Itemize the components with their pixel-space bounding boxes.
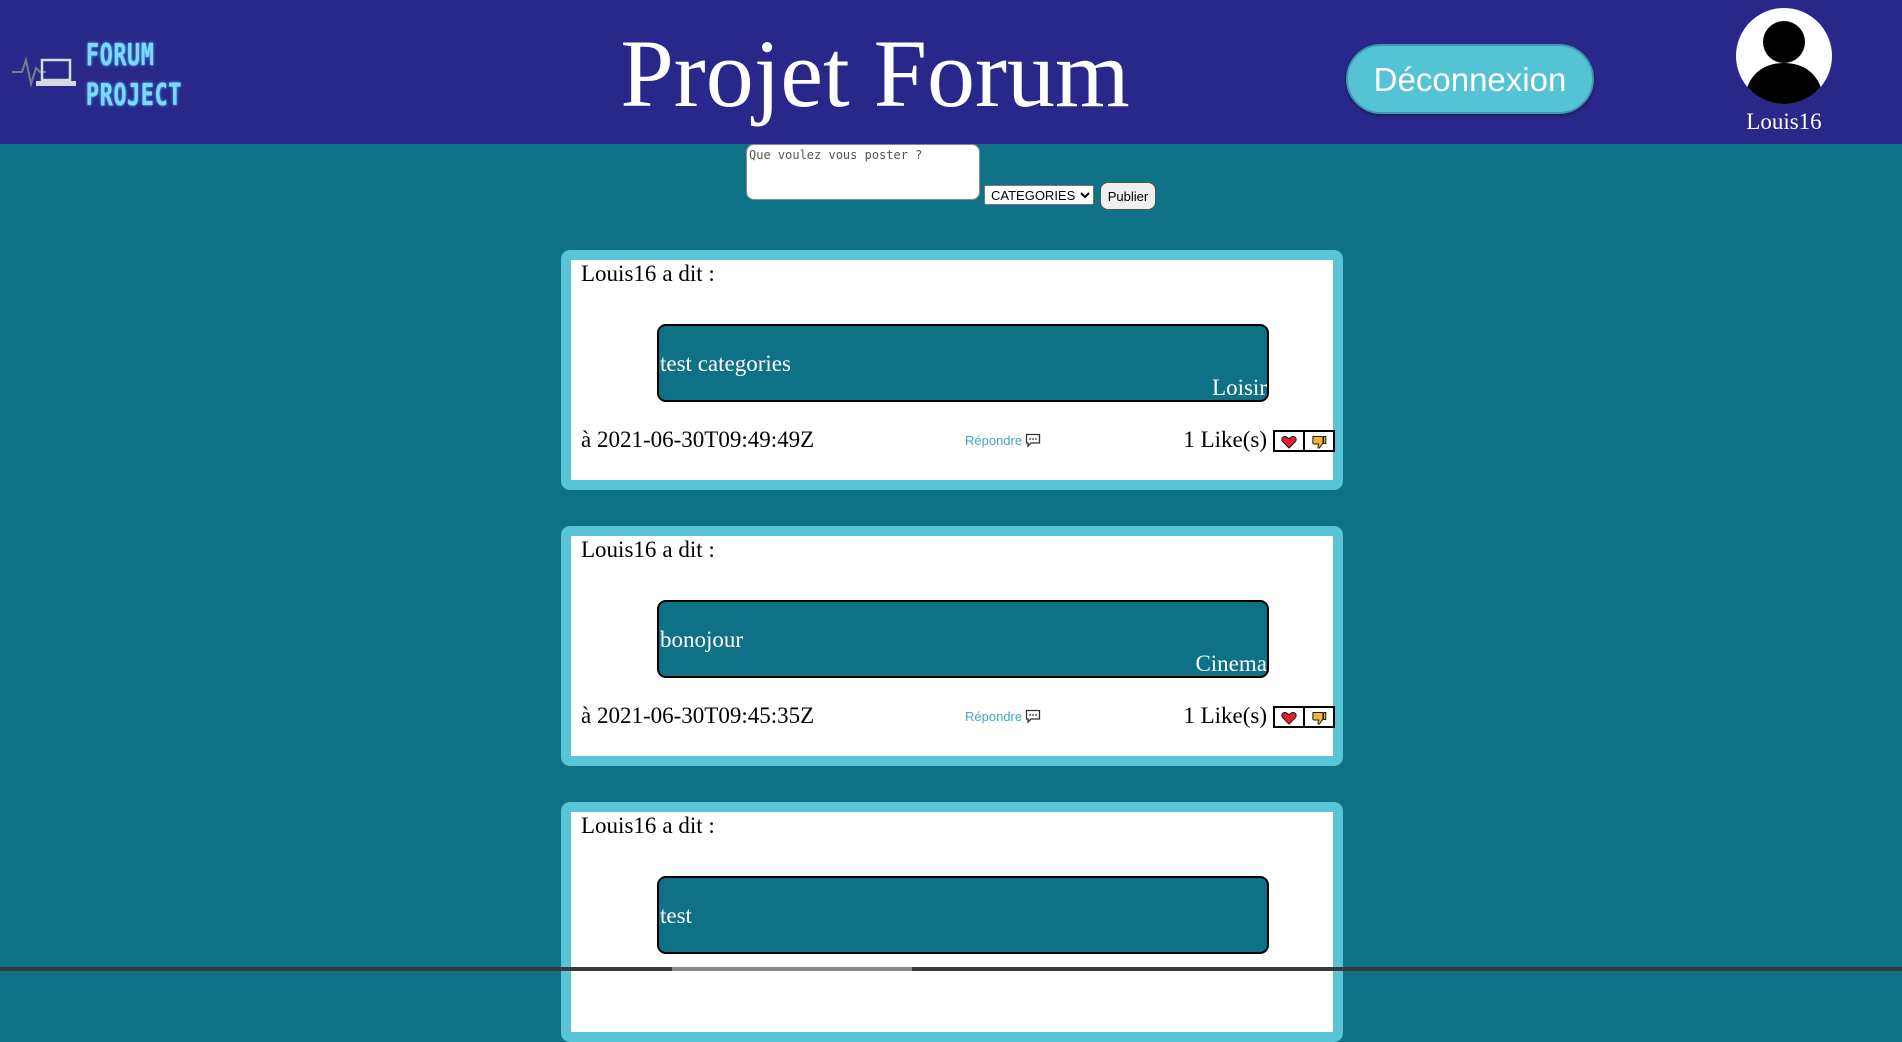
post-content: test: [660, 903, 692, 928]
post-date: à 2021-06-30T09:49:49Z: [581, 427, 815, 452]
logout-button[interactable]: Déconnexion: [1346, 44, 1594, 114]
category-select[interactable]: CATEGORIES: [984, 185, 1094, 205]
post-category: Loisir: [1212, 375, 1267, 400]
likes-count: 1 Like(s): [1183, 703, 1267, 728]
publish-button[interactable]: Publier: [1100, 182, 1156, 210]
post-author[interactable]: Louis16: [581, 537, 656, 562]
post-composer: CATEGORIES Publier: [746, 144, 1166, 214]
post-inner: Louis16 a dit : test: [571, 812, 1333, 1032]
like-button[interactable]: [1273, 706, 1305, 728]
post-card: Louis16 a dit : test: [561, 802, 1343, 1042]
post-inner: Louis16 a dit : bonojour Cinema à 2021-06…: [571, 536, 1335, 756]
post-author-line: Louis16 a dit :: [581, 536, 715, 564]
post-card: Louis16 a dit : test categories Loisir à …: [561, 250, 1343, 490]
comment-icon: [1025, 709, 1041, 724]
post-said-label: a dit :: [662, 537, 715, 562]
post-author[interactable]: Louis16: [581, 813, 656, 838]
reply-label: Répondre: [965, 709, 1023, 724]
post-author-line: Louis16 a dit :: [581, 812, 715, 840]
dislike-button[interactable]: [1303, 430, 1335, 452]
site-header: FORUM PROJECT Projet Forum Déconnexion L…: [0, 0, 1902, 144]
post-date: à 2021-06-30T09:45:35Z: [581, 703, 815, 728]
thumbs-down-icon: [1312, 712, 1327, 725]
likes-count: 1 Like(s): [1183, 427, 1267, 452]
post-said-label: a dit :: [662, 261, 715, 286]
post-author-line: Louis16 a dit :: [581, 260, 715, 288]
username: Louis16: [1746, 109, 1822, 134]
thumbs-down-icon: [1312, 436, 1327, 449]
post-card: Louis16 a dit : bonojour Cinema à 2021-06…: [561, 526, 1343, 766]
reply-link[interactable]: Répondre: [965, 432, 1041, 450]
reply-label: Répondre: [965, 433, 1023, 448]
scrollbar-thumb[interactable]: [672, 967, 912, 971]
post-body: test: [657, 876, 1269, 954]
post-body: bonojour Cinema: [657, 600, 1269, 678]
post-body: test categories Loisir: [657, 324, 1269, 402]
post-category: Cinema: [1195, 651, 1267, 676]
user-avatar-icon: [1744, 21, 1824, 104]
avatar[interactable]: [1736, 8, 1832, 104]
post-content: bonojour: [660, 627, 744, 652]
like-button[interactable]: [1273, 430, 1305, 452]
post-input[interactable]: [746, 144, 980, 200]
comment-icon: [1025, 433, 1041, 448]
post-said-label: a dit :: [662, 813, 715, 838]
heart-icon: [1281, 711, 1297, 725]
reply-link[interactable]: Répondre: [965, 708, 1041, 726]
post-content: test categories: [660, 351, 791, 376]
post-author[interactable]: Louis16: [581, 261, 656, 286]
post-inner: Louis16 a dit : test categories Loisir à …: [571, 260, 1335, 480]
horizontal-scrollbar[interactable]: [0, 967, 1902, 971]
heart-icon: [1281, 435, 1297, 449]
dislike-button[interactable]: [1303, 706, 1335, 728]
